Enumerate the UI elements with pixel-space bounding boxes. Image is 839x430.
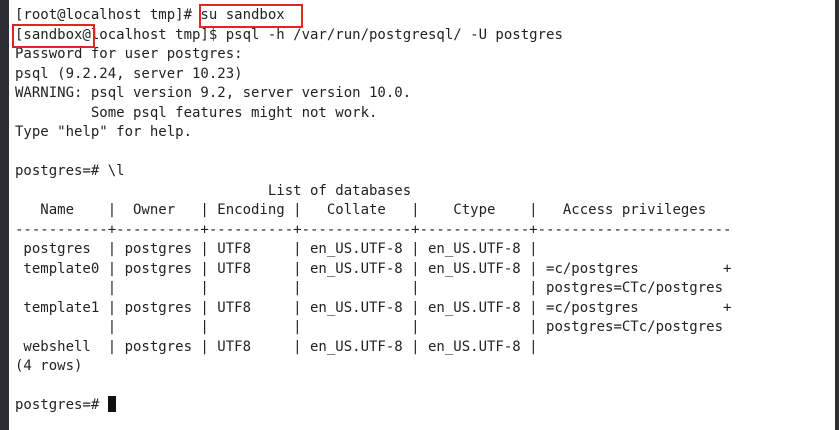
table-divider: -----------+----------+----------+------… — [15, 221, 732, 238]
prompt-text: postgres=# — [15, 397, 108, 413]
line-help-hint: Type "help" for help. — [15, 124, 193, 140]
table-row: template1 | postgres | UTF8 | en_US.UTF-… — [15, 299, 732, 316]
line-warning: WARNING: psql version 9.2, server versio… — [15, 85, 412, 101]
table-row: webshell | postgres | UTF8 | en_US.UTF-8… — [15, 338, 538, 355]
line-warning-detail: Some psql features might not work. — [15, 104, 378, 121]
line-blank — [15, 377, 731, 397]
terminal-window[interactable]: [root@localhost tmp]# su sandbox [sandbo… — [9, 0, 835, 430]
line-su-command: [root@localhost tmp]# su sandbox — [15, 7, 285, 23]
line-password-prompt: Password for user postgres: — [15, 46, 243, 62]
prompt-line[interactable]: postgres=# — [15, 396, 731, 416]
table-header: Name | Owner | Encoding | Collate | Ctyp… — [15, 202, 707, 218]
block-cursor-icon — [107, 396, 116, 412]
table-title: List of databases — [15, 182, 412, 199]
line-list-command: postgres=# \l — [15, 163, 125, 179]
row-count: (4 rows) — [15, 358, 83, 374]
terminal-output: [root@localhost tmp]# su sandbox [sandbo… — [15, 6, 731, 416]
table-row: | | | | | postgres=CTc/postgres — [15, 319, 724, 335]
database-list-table: List of databases Name | Owner | Encodin… — [15, 182, 731, 358]
line-blank — [15, 143, 731, 163]
table-row: | | | | | postgres=CTc/postgres — [15, 280, 724, 296]
table-row: template0 | postgres | UTF8 | en_US.UTF-… — [15, 260, 732, 277]
table-row: postgres | postgres | UTF8 | en_US.UTF-8… — [15, 241, 538, 257]
line-psql-version: psql (9.2.24, server 10.23) — [15, 65, 243, 82]
line-psql-command: [sandbox@localhost tmp]$ psql -h /var/ru… — [15, 26, 563, 43]
